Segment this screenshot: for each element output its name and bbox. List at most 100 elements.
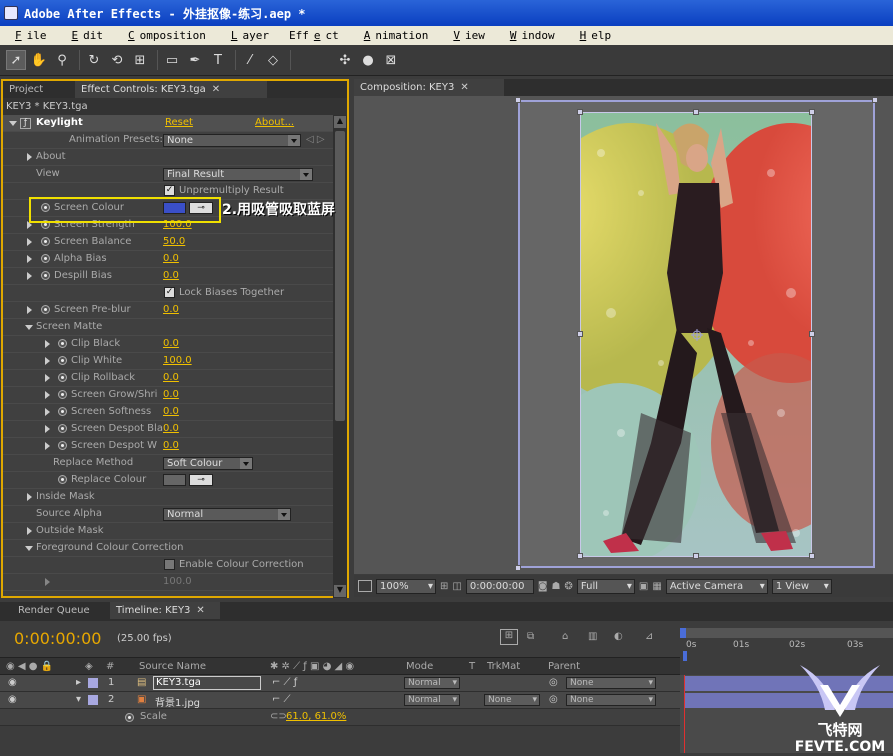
parent-dropdown[interactable]: None ▾ <box>566 694 656 706</box>
close-icon[interactable]: ✕ <box>212 84 220 95</box>
views-dropdown[interactable]: 1 View ▾ <box>771 578 832 594</box>
stopwatch-icon[interactable] <box>125 713 134 722</box>
expand-triangle-icon[interactable] <box>45 340 50 348</box>
frame-blending-icon[interactable]: ▥ <box>588 631 597 642</box>
expand-triangle-icon[interactable] <box>45 391 50 399</box>
tab-timeline[interactable]: Timeline: KEY3 ✕ <box>110 602 220 619</box>
scale-value[interactable]: 61.0, 61.0% <box>286 711 346 722</box>
person-icon[interactable]: ☗ <box>552 581 561 592</box>
expand-triangle-icon[interactable] <box>45 357 50 365</box>
source-name-header[interactable]: Source Name <box>139 661 206 672</box>
replace-colour-swatch[interactable] <box>163 474 186 486</box>
expand-triangle-icon[interactable] <box>27 306 32 314</box>
expand-triangle-icon[interactable] <box>45 408 50 416</box>
menu-composition[interactable]: Composition <box>113 29 216 42</box>
screen-despot-black-value[interactable]: 0.0 <box>163 423 179 434</box>
layer-row[interactable]: ◉ ▾ 2 ▣ 背景1.jpg ⌐ ⟋ Normal ▾ None ▾ ◎ None… <box>0 692 680 709</box>
eraser-tool-icon[interactable]: ◇ <box>263 50 283 70</box>
stopwatch-icon[interactable] <box>41 237 50 246</box>
resolution-dropdown[interactable]: Full ▾ <box>576 578 635 594</box>
camera-orbit-tool-icon[interactable]: ⟲ <box>107 50 127 70</box>
preset-nav-icon[interactable]: ◁ ▷ <box>306 134 325 145</box>
transform-handle[interactable] <box>809 109 815 115</box>
replace-method-dropdown[interactable]: Soft Colour <box>163 457 253 470</box>
expand-triangle-icon[interactable] <box>45 578 50 586</box>
tab-effect-controls[interactable]: Effect Controls: KEY3.tga ✕ <box>75 81 267 98</box>
switch-icon[interactable]: ⌐ ⟋ ƒ <box>272 677 297 688</box>
stopwatch-icon[interactable] <box>58 441 67 450</box>
zoom-tool-icon[interactable]: ⚲ <box>52 50 72 70</box>
mode-dropdown[interactable]: Normal ▾ <box>404 677 460 689</box>
switch-icon[interactable]: ⌐ ⟋ <box>272 694 291 705</box>
pickwhip-icon[interactable]: ◎ <box>549 694 558 705</box>
stopwatch-icon[interactable] <box>58 356 67 365</box>
unpremultiply-checkbox[interactable]: ✓ <box>164 185 175 196</box>
collapse-triangle-icon[interactable] <box>25 546 33 551</box>
collapse-triangle-icon[interactable] <box>25 325 33 330</box>
stopwatch-icon[interactable] <box>58 390 67 399</box>
eye-icon[interactable]: ◉ <box>8 694 17 705</box>
expand-triangle-icon[interactable] <box>27 153 32 161</box>
always-preview-icon[interactable] <box>358 580 372 592</box>
stopwatch-icon[interactable] <box>58 424 67 433</box>
effect-scrollbar[interactable]: ▲ ▼ <box>333 115 347 598</box>
about-link[interactable]: About... <box>255 117 294 128</box>
text-tool-icon[interactable]: T <box>208 50 228 70</box>
expand-triangle-icon[interactable] <box>27 493 32 501</box>
collapse-triangle-icon[interactable] <box>9 121 17 126</box>
constrain-proportions-icon[interactable]: ⊂⊃ <box>270 711 287 722</box>
view-dropdown[interactable]: Final Result <box>163 168 313 181</box>
stopwatch-icon[interactable] <box>58 475 67 484</box>
tab-render-queue[interactable]: Render Queue <box>0 602 110 619</box>
clip-rollback-value[interactable]: 0.0 <box>163 372 179 383</box>
label-color-icon[interactable] <box>88 678 98 688</box>
layer-name[interactable]: KEY3.tga <box>153 676 261 690</box>
clip-white-value[interactable]: 100.0 <box>163 355 192 366</box>
despill-bias-value[interactable]: 0.0 <box>163 270 179 281</box>
eyedropper-icon[interactable]: ⊸ <box>189 474 213 486</box>
expand-triangle-icon[interactable] <box>45 374 50 382</box>
rotate-tool-icon[interactable]: ↻ <box>84 50 104 70</box>
source-alpha-dropdown[interactable]: Normal <box>163 508 291 521</box>
mode-dropdown[interactable]: Normal ▾ <box>404 694 460 706</box>
camera-snapshot-icon[interactable]: ◙ <box>538 581 548 592</box>
layer-bounding-box[interactable] <box>580 112 812 557</box>
transform-handle[interactable] <box>577 331 583 337</box>
stopwatch-icon[interactable] <box>41 271 50 280</box>
tab-composition[interactable]: Composition: KEY3 ✕ <box>354 79 504 96</box>
transform-handle[interactable] <box>577 109 583 115</box>
world-axis-icon[interactable]: ● <box>358 50 378 70</box>
screen-preblur-value[interactable]: 0.0 <box>163 304 179 315</box>
menu-help[interactable]: Help <box>565 29 622 42</box>
stopwatch-icon[interactable] <box>58 407 67 416</box>
menu-layer[interactable]: Layer <box>216 29 279 42</box>
menu-view[interactable]: View <box>438 29 495 42</box>
parent-dropdown[interactable]: None ▾ <box>566 677 656 689</box>
channel-icon[interactable]: ❂ <box>565 581 573 592</box>
transform-handle[interactable] <box>809 553 815 559</box>
screen-grow-value[interactable]: 0.0 <box>163 389 179 400</box>
collapse-triangle-icon[interactable]: ▾ <box>76 694 81 705</box>
graph-editor-icon[interactable]: ⊿ <box>645 631 653 642</box>
snapshot-icon[interactable]: ◫ <box>452 581 461 592</box>
transform-handle[interactable] <box>693 109 699 115</box>
axis-mode-icon[interactable]: ✣ <box>335 50 355 70</box>
eye-icon[interactable]: ◉ <box>8 677 17 688</box>
stopwatch-icon[interactable] <box>41 305 50 314</box>
enable-colour-correction-checkbox[interactable] <box>164 559 175 570</box>
camera-dropdown[interactable]: Active Camera ▾ <box>665 578 768 594</box>
lock-biases-checkbox[interactable]: ✓ <box>164 287 175 298</box>
stopwatch-icon[interactable] <box>41 254 50 263</box>
hand-tool-icon[interactable]: ✋ <box>29 50 49 70</box>
tab-project[interactable]: Project <box>3 81 75 98</box>
layer-name[interactable]: 背景1.jpg <box>155 694 200 709</box>
selection-tool-icon[interactable]: ➚ <box>6 50 26 70</box>
live-update-icon[interactable]: ⊞ <box>500 629 518 645</box>
trkmat-dropdown[interactable]: None ▾ <box>484 694 540 706</box>
view-axis-icon[interactable]: ⊠ <box>381 50 401 70</box>
pan-behind-tool-icon[interactable]: ⊞ <box>130 50 150 70</box>
motion-blur-icon[interactable]: ◐ <box>614 631 623 642</box>
shy-icon[interactable]: ⌂ <box>562 631 568 642</box>
layer-row[interactable]: ◉ ▸ 1 ▤ KEY3.tga ⌐ ⟋ ƒ Normal ▾ ◎ None ▾ <box>0 675 680 692</box>
animation-presets-dropdown[interactable]: None <box>163 134 301 147</box>
